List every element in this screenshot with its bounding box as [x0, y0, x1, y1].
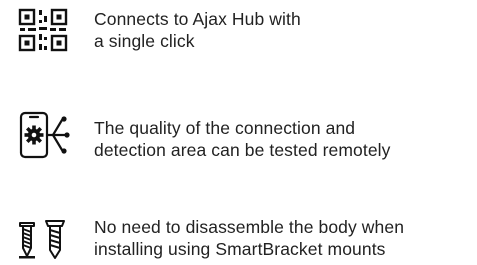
- feature-single-click: Connects to Ajax Hub with a single click: [0, 0, 477, 60]
- feature-text: The quality of the connection and detect…: [94, 117, 391, 161]
- screws-icon: [16, 214, 68, 265]
- phone-gear-signal-icon: [18, 111, 74, 164]
- feature-text: No need to disassemble the body when ins…: [94, 216, 404, 260]
- feature-remote-testing: The quality of the connection and detect…: [0, 100, 477, 170]
- feature-line-2: a single click: [94, 31, 195, 51]
- feature-line-2: detection area can be tested remotely: [94, 140, 391, 160]
- feature-line-1: Connects to Ajax Hub with: [94, 9, 301, 29]
- feature-text: Connects to Ajax Hub with a single click: [94, 8, 301, 52]
- qr-code-icon: [18, 8, 68, 57]
- feature-line-2: installing using SmartBracket mounts: [94, 239, 386, 259]
- feature-line-1: No need to disassemble the body when: [94, 217, 405, 237]
- feature-smartbracket: No need to disassemble the body when ins…: [0, 200, 477, 264]
- feature-line-1: The quality of the connection and: [94, 118, 356, 138]
